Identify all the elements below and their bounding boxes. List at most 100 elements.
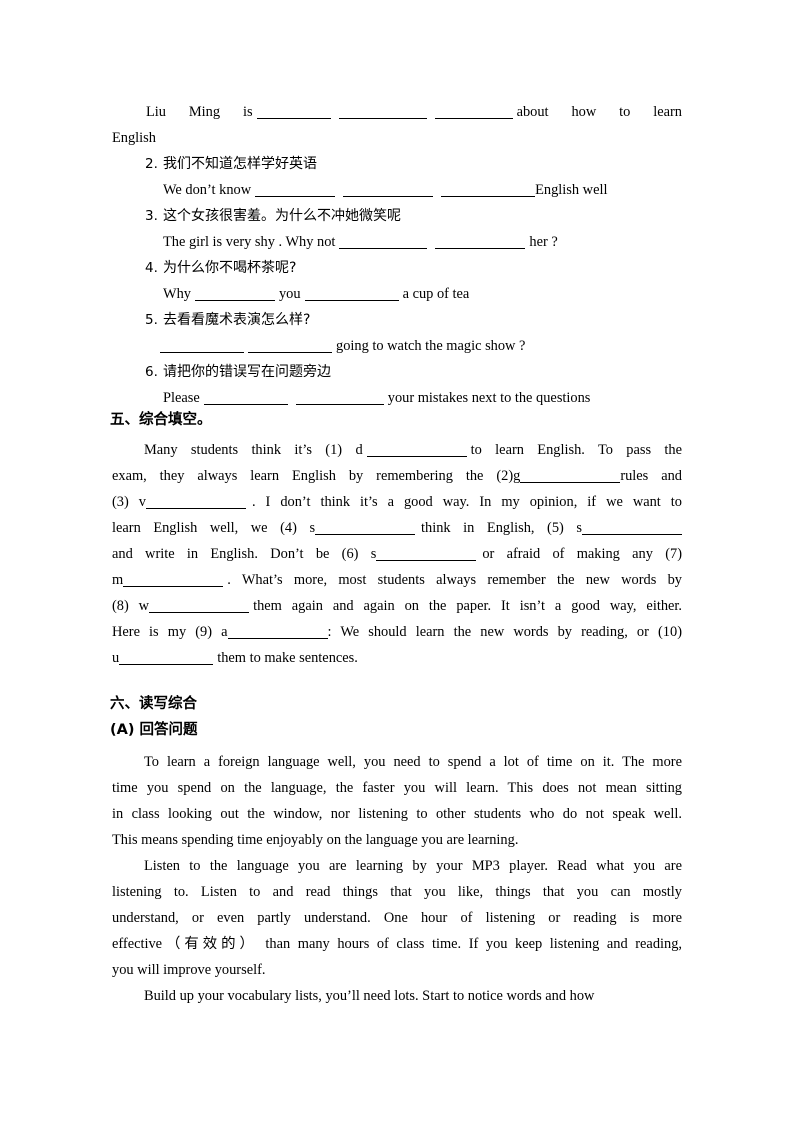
cloze-text: rules and	[620, 468, 682, 484]
blank-field[interactable]	[304, 287, 399, 301]
q4-suffix: a cup of tea	[402, 286, 470, 302]
blank-field[interactable]	[315, 521, 416, 535]
translation-item-1-continuation: Liu Ming is about how to learn	[146, 99, 682, 125]
cloze-line-8: Here is my (9) a : We should learn the ne…	[112, 619, 682, 645]
item1-en-prefix: Liu Ming is	[146, 104, 253, 120]
blank-field[interactable]	[582, 521, 682, 535]
blank-field[interactable]	[376, 547, 477, 561]
q5-suffix: going to watch the magic show ?	[336, 338, 526, 354]
reading-line-7: understand, or even partly understand. O…	[112, 905, 682, 931]
blank-field[interactable]	[295, 391, 384, 405]
blank-field[interactable]	[343, 183, 434, 197]
reading-line-8: effective（有效的） than many hours of class …	[112, 931, 682, 957]
cloze-line-3: (3) v . I don’t think it’s a good way. In…	[112, 489, 682, 515]
reading-text: This means spending time enjoyably on th…	[112, 832, 519, 848]
question-6-english: Please your mistakes next to the question…	[163, 385, 590, 411]
q3-suffix: her ?	[529, 234, 558, 250]
reading-line-10: Build up your vocabulary lists, you’ll n…	[112, 983, 682, 1009]
reading-line-2: time you spend on the language, the fast…	[112, 775, 682, 801]
reading-text: time you spend on the language, the fast…	[112, 780, 682, 796]
question-3-english: The girl is very shy . Why not her ?	[163, 229, 558, 255]
reading-line-4: This means spending time enjoyably on th…	[112, 827, 682, 853]
reading-line-1: To learn a foreign language well, you ne…	[112, 749, 682, 775]
cloze-line-2: exam, they always learn English by remem…	[112, 463, 682, 489]
reading-text: understand, or even partly understand. O…	[112, 910, 682, 926]
reading-text: effective（有效的） than many hours of class …	[112, 936, 682, 952]
reading-line-3: in class looking out the window, nor lis…	[112, 801, 682, 827]
question-number-3: 3.	[145, 208, 158, 224]
blank-field[interactable]	[203, 391, 288, 405]
cloze-text: Many students think it’s (1) d	[144, 442, 363, 458]
blank-field[interactable]	[194, 287, 275, 301]
reading-text: Listen to the language you are learning …	[144, 858, 682, 874]
q4-middle: you	[278, 286, 301, 302]
cloze-line-6: m . What’s more, most students always rem…	[112, 567, 682, 593]
blank-field[interactable]	[435, 235, 526, 249]
blank-field[interactable]	[434, 105, 513, 119]
q3-prefix: The girl is very shy . Why not	[163, 234, 336, 250]
question-5-english: going to watch the magic show ?	[160, 333, 525, 359]
cloze-text: m	[112, 572, 124, 588]
blank-field[interactable]	[227, 625, 328, 639]
question-6-chinese: 请把你的错误写在问题旁边	[163, 364, 331, 380]
item1-en-tail: about how to learn	[516, 104, 682, 120]
cloze-text: : We should learn the new words by readi…	[327, 624, 682, 640]
cloze-text: them to make sentences.	[217, 650, 358, 666]
question-number-5: 5.	[145, 312, 158, 328]
reading-line-9: you will improve yourself.	[112, 957, 682, 983]
cloze-text: to learn English. To pass the	[470, 442, 682, 458]
blank-field[interactable]	[366, 443, 467, 457]
cloze-text: (3) v	[112, 494, 146, 510]
reading-line-6: listening to. Listen to and read things …	[112, 879, 682, 905]
cloze-line-1: Many students think it’s (1) d to learn E…	[112, 437, 682, 463]
cloze-line-5: and write in English. Don’t be (6) s or a…	[112, 541, 682, 567]
cloze-text: . I don’t think it’s a good way. In my o…	[251, 494, 682, 510]
cloze-text: u	[112, 650, 120, 666]
blank-field[interactable]	[256, 105, 331, 119]
reading-line-5: Listen to the language you are learning …	[112, 853, 682, 879]
cloze-text: Here is my (9) a	[112, 624, 228, 640]
reading-text: Build up your vocabulary lists, you’ll n…	[144, 988, 595, 1004]
section-six-subheading: (A) 回答问题	[110, 722, 198, 738]
question-4-chinese: 为什么你不喝杯茶呢?	[163, 260, 297, 276]
blank-field[interactable]	[119, 651, 214, 665]
cloze-text: and write in English. Don’t be (6) s	[112, 546, 377, 562]
cloze-text: (8) w	[112, 598, 150, 614]
cloze-line-9: u them to make sentences.	[112, 645, 682, 671]
cloze-text: them again and again on the paper. It is…	[253, 598, 682, 614]
blank-field[interactable]	[441, 183, 536, 197]
blank-field[interactable]	[145, 495, 246, 509]
reading-text: To learn a foreign language well, you ne…	[144, 754, 682, 770]
cloze-text: or afraid of making any (7)	[482, 546, 682, 562]
blank-field[interactable]	[160, 339, 244, 353]
q6-prefix: Please	[163, 390, 200, 406]
q6-suffix: your mistakes next to the questions	[387, 390, 591, 406]
translation-item-1-wrap: English	[112, 130, 156, 146]
question-number-4: 4.	[145, 260, 158, 276]
question-number-2: 2.	[145, 156, 158, 172]
blank-field[interactable]	[339, 235, 428, 249]
question-number-6: 6.	[145, 364, 158, 380]
q2-prefix: We don’t know	[163, 182, 252, 198]
blank-field[interactable]	[149, 599, 250, 613]
section-six-heading: 六、读写综合	[110, 696, 197, 712]
worksheet-page: Liu Ming is about how to learn English 2.…	[0, 0, 794, 1123]
cloze-line-7: (8) w them again and again on the paper. …	[112, 593, 682, 619]
blank-field[interactable]	[248, 339, 332, 353]
blank-field[interactable]	[338, 105, 427, 119]
question-2-english: We don’t know English well	[163, 177, 607, 203]
reading-text: you will improve yourself.	[112, 962, 266, 978]
reading-text: in class looking out the window, nor lis…	[112, 806, 682, 822]
q2-suffix: English well	[535, 182, 608, 198]
blank-field[interactable]	[520, 469, 621, 483]
cloze-text: think in English, (5) s	[421, 520, 582, 536]
blank-field[interactable]	[123, 573, 224, 587]
question-2-chinese: 我们不知道怎样学好英语	[163, 156, 317, 172]
cloze-text: exam, they always learn English by remem…	[112, 468, 521, 484]
question-3-chinese: 这个女孩很害羞。为什么不冲她微笑呢	[163, 208, 401, 224]
section-five-heading: 五、综合填空。	[110, 412, 212, 428]
cloze-line-4: learn English well, we (4) s think in Eng…	[112, 515, 682, 541]
blank-field[interactable]	[255, 183, 336, 197]
cloze-text: learn English well, we (4) s	[112, 520, 316, 536]
q4-prefix: Why	[163, 286, 191, 302]
